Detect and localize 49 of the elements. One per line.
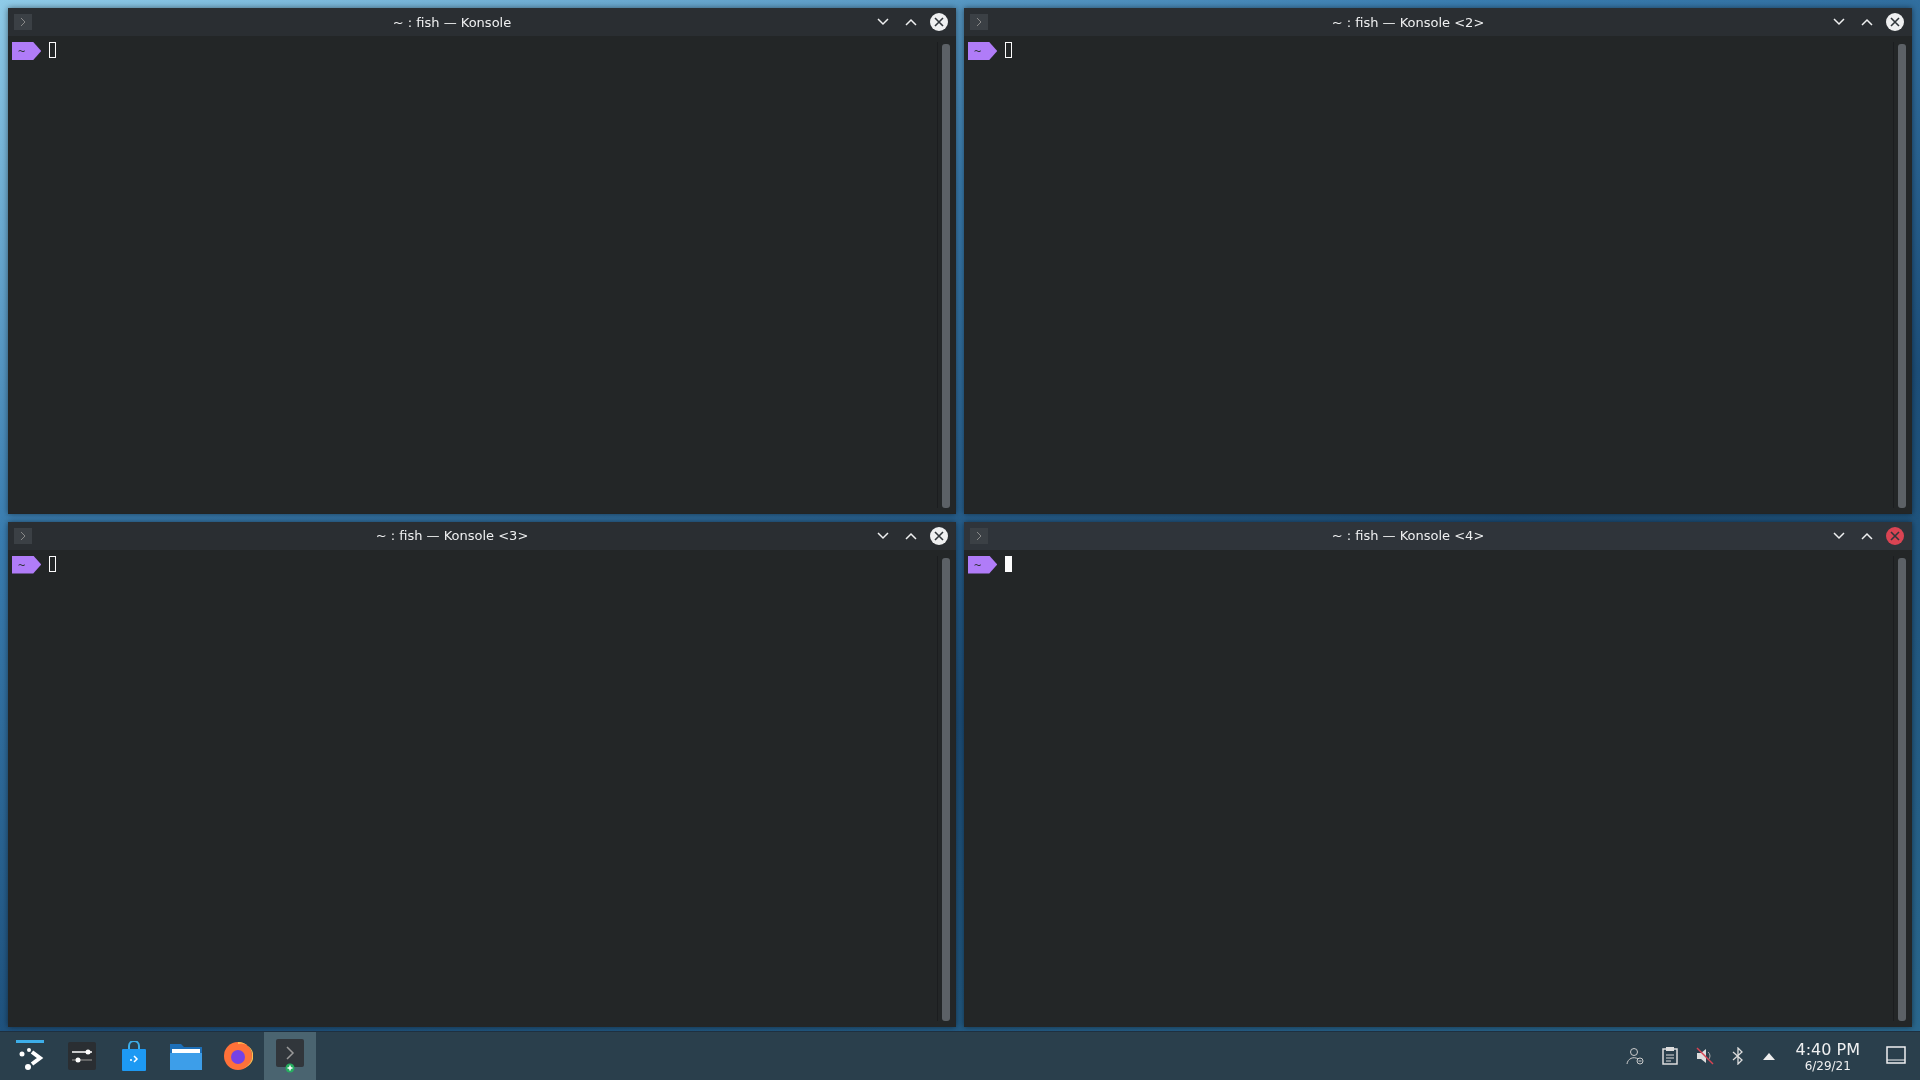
close-icon	[1886, 13, 1904, 31]
chevron-down-icon	[1832, 530, 1846, 541]
scrollbar[interactable]	[942, 557, 950, 1021]
chevron-down-icon	[876, 17, 890, 27]
prompt-tag: ~	[968, 42, 998, 60]
close-button[interactable]	[928, 11, 950, 33]
chevron-up-icon	[904, 530, 918, 541]
expand-arrow-icon	[1761, 1051, 1776, 1061]
window-title: ~ : fish — Konsole <3>	[374, 528, 530, 543]
folder-icon	[170, 1042, 202, 1070]
terminal-icon	[14, 527, 32, 544]
close-icon	[930, 526, 948, 545]
chevron-up-icon	[904, 17, 918, 27]
bluetooth-icon	[1731, 1047, 1744, 1065]
scrollbar[interactable]	[1898, 557, 1906, 1021]
chevron-up-icon	[1860, 530, 1874, 541]
terminal-icon	[970, 527, 988, 544]
close-icon	[1886, 526, 1904, 545]
terminal-icon	[970, 14, 988, 30]
chevron-down-icon	[1832, 17, 1846, 27]
muted-speaker-icon	[1695, 1047, 1714, 1065]
terminal-icon	[14, 14, 32, 30]
close-button[interactable]	[928, 524, 950, 547]
user-icon	[1625, 1047, 1644, 1065]
show-desktop-button[interactable]	[1886, 1045, 1906, 1067]
close-icon	[930, 13, 948, 31]
chevron-up-icon	[1860, 17, 1874, 27]
clock-date: 6/29/21	[1804, 1058, 1851, 1073]
terminal-icon	[275, 1039, 305, 1073]
tray-button[interactable]	[1659, 1047, 1680, 1065]
clipboard-icon	[1661, 1047, 1678, 1065]
show-desktop-icon	[1886, 1045, 1906, 1064]
tray-button[interactable]	[1693, 1047, 1716, 1065]
launcher-icon	[16, 1040, 44, 1072]
sliders-icon	[68, 1042, 96, 1070]
browser-icon	[223, 1041, 253, 1071]
prompt-tag: ~	[12, 42, 42, 60]
window-title: ~ : fish — Konsole <2>	[1330, 14, 1486, 30]
prompt-tag: ~	[968, 555, 998, 574]
scrollbar[interactable]	[942, 44, 950, 508]
close-button[interactable]	[1884, 11, 1906, 33]
tray-button[interactable]	[1623, 1047, 1646, 1065]
clock-time: 4:40 PM	[1795, 1039, 1860, 1059]
window-title: ~ : fish — Konsole <4>	[1330, 528, 1486, 543]
scrollbar[interactable]	[1898, 44, 1906, 508]
chevron-down-icon	[876, 530, 890, 541]
window-title: ~ : fish — Konsole	[391, 14, 513, 30]
prompt-tag: ~	[12, 555, 42, 574]
shopping-bag-icon	[121, 1041, 147, 1071]
